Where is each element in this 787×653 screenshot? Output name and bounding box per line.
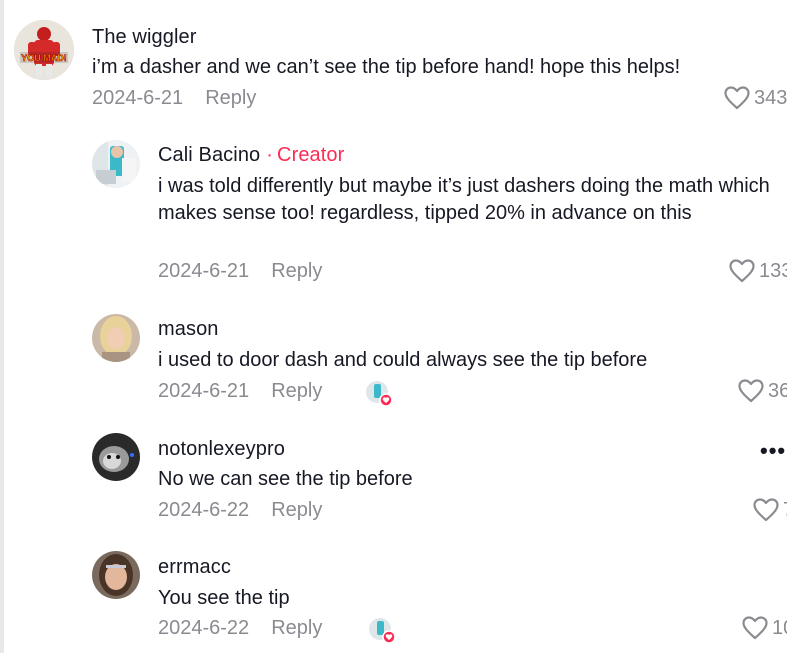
like-button[interactable]: 133 [729, 259, 787, 283]
avatar[interactable] [92, 314, 140, 362]
comment-username[interactable]: Cali Bacino [158, 144, 260, 166]
comment-meta: 2024-6-22 Reply [158, 499, 322, 522]
comment-date: 2024-6-22 [158, 499, 250, 521]
like-count: 133 [759, 259, 787, 282]
like-button[interactable]: 343 [724, 86, 787, 110]
reply-button[interactable]: Reply [271, 260, 322, 282]
comment-meta: 2024-6-21 Reply [158, 260, 322, 283]
like-button[interactable]: 36 [738, 379, 787, 403]
comment-username[interactable]: mason [158, 318, 219, 341]
comments-panel: YOU MAD! The wiggler i’m a dasher and we… [0, 0, 787, 653]
avatar[interactable] [92, 551, 140, 599]
creator-liked-badge [368, 617, 396, 644]
heart-icon [729, 259, 755, 283]
comment-username-row: Cali Bacino · Creator [158, 144, 344, 167]
comment-text: i was told differently but maybe it’s ju… [158, 175, 770, 224]
like-button[interactable]: 10 [742, 616, 787, 640]
heart-icon [724, 86, 750, 110]
comment-username[interactable]: notonlexeypro [158, 438, 285, 461]
comment-text: i’m a dasher and we can’t see the tip be… [92, 56, 681, 78]
avatar[interactable] [92, 140, 140, 188]
comment-date: 2024-6-21 [158, 380, 250, 402]
panel-divider [0, 0, 4, 653]
heart-icon [753, 498, 779, 522]
comment-meta: 2024-6-22 Reply [158, 617, 322, 640]
comment-meta: 2024-6-21 Reply [158, 380, 322, 403]
comment-text: You see the tip [158, 587, 290, 609]
like-button[interactable]: 7 [753, 498, 787, 522]
more-options-icon[interactable]: ••• [760, 438, 786, 464]
heart-icon [738, 379, 764, 403]
comment-date: 2024-6-21 [158, 260, 250, 282]
reply-button[interactable]: Reply [271, 380, 322, 402]
like-count: 36 [768, 379, 787, 402]
creator-badge: Creator [277, 144, 345, 166]
avatar[interactable] [92, 433, 140, 481]
comment-text: No we can see the tip before [158, 468, 413, 490]
reply-button[interactable]: Reply [205, 87, 256, 109]
like-count: 10 [772, 616, 787, 639]
reply-button[interactable]: Reply [271, 499, 322, 521]
comment-meta: 2024-6-21 Reply [92, 87, 256, 110]
comment-date: 2024-6-21 [92, 87, 184, 109]
creator-separator: · [266, 144, 274, 166]
comment-username[interactable]: errmacc [158, 556, 231, 579]
comment-date: 2024-6-22 [158, 617, 250, 639]
like-count: 7 [783, 499, 787, 522]
reply-button[interactable]: Reply [271, 617, 322, 639]
avatar[interactable]: YOU MAD! [14, 20, 74, 80]
creator-liked-badge [365, 380, 393, 407]
like-count: 343 [754, 86, 787, 109]
heart-icon [742, 616, 768, 640]
comment-text: i used to door dash and could always see… [158, 349, 648, 371]
avatar-badge-text: YOU MAD! [21, 53, 67, 63]
comment-username[interactable]: The wiggler [92, 26, 196, 49]
